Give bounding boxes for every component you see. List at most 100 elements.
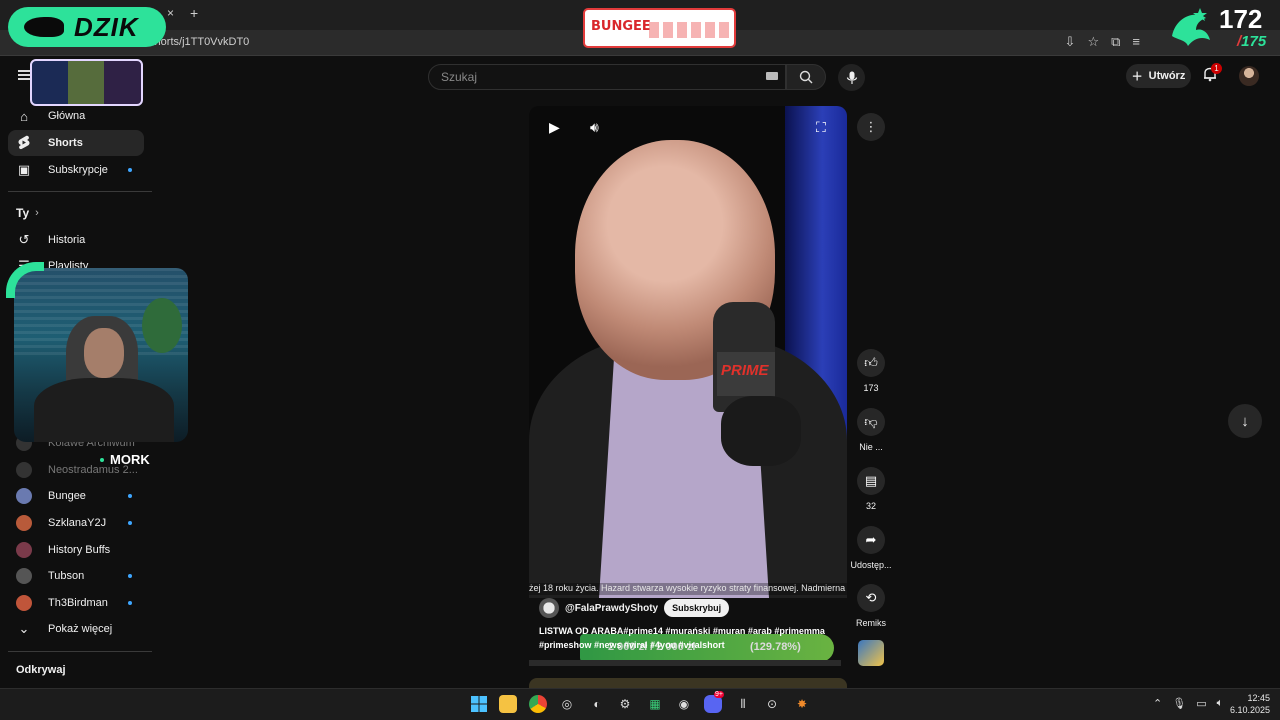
channel-name: Bungee (48, 490, 86, 502)
app-bars-icon[interactable]: ⦀ (734, 695, 752, 713)
search-button[interactable] (786, 64, 826, 90)
chevron-right-icon: › (35, 207, 39, 219)
kebab-icon: ⋮ (864, 119, 878, 134)
start-icon[interactable] (470, 695, 488, 713)
sidebar-item-shorts[interactable]: Shorts (8, 130, 144, 156)
menu-icon[interactable] (18, 70, 30, 80)
reading-list-icon[interactable]: ≡ (1132, 34, 1140, 50)
discord-icon[interactable]: 9+ (704, 691, 724, 713)
history-icon: ↺ (18, 232, 30, 247)
app-record-icon[interactable]: ⊙ (763, 695, 781, 713)
bookmark-star-icon[interactable]: ☆ (1087, 34, 1099, 50)
browser-icon[interactable]: ◐ (588, 695, 606, 713)
sidebar-item-home[interactable]: ⌂ Główna (8, 103, 144, 129)
sidebar-channel[interactable]: History Buffs (8, 537, 144, 563)
thumbs-down-icon[interactable]: 👎︎ (857, 408, 885, 436)
obs-icon[interactable]: ◎ (558, 695, 576, 713)
keyboard-icon[interactable] (766, 72, 778, 80)
thumbs-up-icon[interactable]: 👍︎ (857, 349, 885, 377)
extensions-icon[interactable]: ⧉ (1111, 34, 1120, 50)
channel-avatar (16, 541, 32, 558)
sidebar-section-explore: Odkrywaj (16, 664, 66, 676)
comment-icon[interactable]: ▤ (857, 467, 885, 495)
channel-avatar (16, 568, 32, 585)
file-explorer-icon[interactable] (499, 695, 517, 713)
sidebar-channel[interactable]: Bungee (8, 483, 144, 509)
sidebar-item-you[interactable]: Ty › (8, 200, 144, 226)
sidebar-item-subscriptions[interactable]: ▣ Subskrypcje (8, 157, 144, 183)
fullscreen-icon[interactable]: ⛶ (816, 119, 826, 136)
sidebar-channel[interactable]: Th3Birdman (8, 590, 144, 616)
spreadsheet-icon[interactable]: ▦ (646, 695, 664, 713)
play-icon[interactable]: ▶ (549, 119, 560, 136)
steam-icon[interactable]: ⚙︎ (616, 695, 634, 713)
tab-close-button[interactable]: × (167, 6, 174, 20)
search-input[interactable]: Szukaj (428, 64, 786, 90)
volume-icon[interactable]: 🔊︎ (590, 119, 599, 136)
channel-name: Tubson (48, 570, 85, 583)
mic-brand-label: PRIME (721, 362, 769, 379)
channel-name: SzklanaY2J (48, 516, 107, 529)
new-content-dot (128, 601, 132, 605)
comments-action[interactable]: ▤ 32 (853, 467, 889, 511)
next-short-preview[interactable] (529, 678, 847, 688)
tray-mic-icon[interactable]: 🎙︎ (1172, 697, 1186, 710)
account-avatar[interactable] (1239, 66, 1259, 86)
clock-time: 12:45 (1247, 693, 1270, 703)
dzik-badge: DZIK (8, 7, 166, 47)
app-orange-icon[interactable]: ✸ (793, 695, 811, 713)
notifications-button[interactable]: 1 (1202, 63, 1222, 85)
shorts-video-player[interactable]: PRIME (529, 106, 847, 598)
tray-display-icon[interactable]: ▭ (1196, 697, 1206, 710)
video-progress-track[interactable] (529, 660, 841, 666)
sound-thumbnail[interactable] (858, 640, 884, 666)
dislike-label: Nie ... (859, 442, 883, 452)
streamer-name: MORK (110, 452, 150, 467)
video-channel-row: @FalaPrawdyShoty Subskrybuj (539, 598, 730, 618)
voice-search-button[interactable] (838, 64, 865, 91)
new-tab-button[interactable]: + (190, 5, 198, 21)
channel-avatar (16, 514, 32, 531)
sidebar-channel[interactable]: Tubson (8, 563, 144, 589)
dislike-action[interactable]: 👎︎ Nie ... (853, 408, 889, 452)
bungee-banner-graphic (649, 22, 731, 38)
channel-handle[interactable]: @FalaPrawdyShoty (565, 603, 658, 614)
like-action[interactable]: 👍︎ 173 (853, 349, 889, 393)
chrome-icon[interactable] (529, 695, 547, 713)
sidebar-item-label: Główna (48, 110, 86, 122)
system-tray: ⌃ 🎙︎ ▭ 🔈︎ (1153, 697, 1223, 710)
arrow-down-icon: ↓ (1241, 412, 1249, 430)
remix-label: Remiks (855, 618, 886, 628)
search-icon (799, 70, 813, 84)
dragon-icon (1172, 8, 1210, 46)
nameplate-dot (100, 457, 104, 462)
sidebar-show-more[interactable]: ⌄ Pokaż więcej (8, 616, 144, 642)
video-description[interactable]: LISTWA OD ARABA#prime14 #murański #muran… (539, 624, 837, 652)
channel-avatar (16, 488, 32, 504)
subscribe-button[interactable]: Subskrybuj (664, 599, 730, 617)
shorts-icon (16, 135, 32, 151)
channel-avatar[interactable] (539, 598, 559, 618)
sidebar-item-history[interactable]: ↺ Historia (8, 227, 144, 253)
follower-counter: 172 (1219, 4, 1263, 34)
tray-volume-icon[interactable]: 🔈︎ (1217, 697, 1224, 710)
taskbar-clock[interactable]: 12:45 6.10.2025 (1228, 692, 1270, 716)
sidebar-item-label: Historia (48, 234, 86, 246)
remix-icon[interactable]: ⟲ (857, 584, 885, 612)
create-label: Utwórz (1148, 70, 1186, 82)
streamer-face (84, 328, 124, 378)
sidebar-item-label: Pokaż więcej (48, 623, 113, 635)
install-app-icon[interactable]: ⇩ (1065, 34, 1076, 50)
more-options-button[interactable]: ⋮ (857, 113, 885, 141)
app-circle-icon[interactable]: ◉ (675, 695, 693, 713)
chevron-down-icon: ⌄ (18, 621, 30, 636)
tray-chevron-icon[interactable]: ⌃ (1153, 697, 1162, 710)
sidebar-channel[interactable]: SzklanaY2J (8, 510, 144, 536)
next-video-button[interactable]: ↓ (1228, 404, 1262, 438)
share-action[interactable]: ➦ Udostęp... (850, 526, 892, 570)
remix-action[interactable]: ⟲ Remiks (853, 584, 889, 628)
share-icon[interactable]: ➦ (857, 526, 885, 554)
comment-count: 32 (865, 501, 876, 511)
channel-avatar (16, 595, 32, 611)
create-button[interactable]: ＋ Utwórz (1126, 64, 1191, 88)
